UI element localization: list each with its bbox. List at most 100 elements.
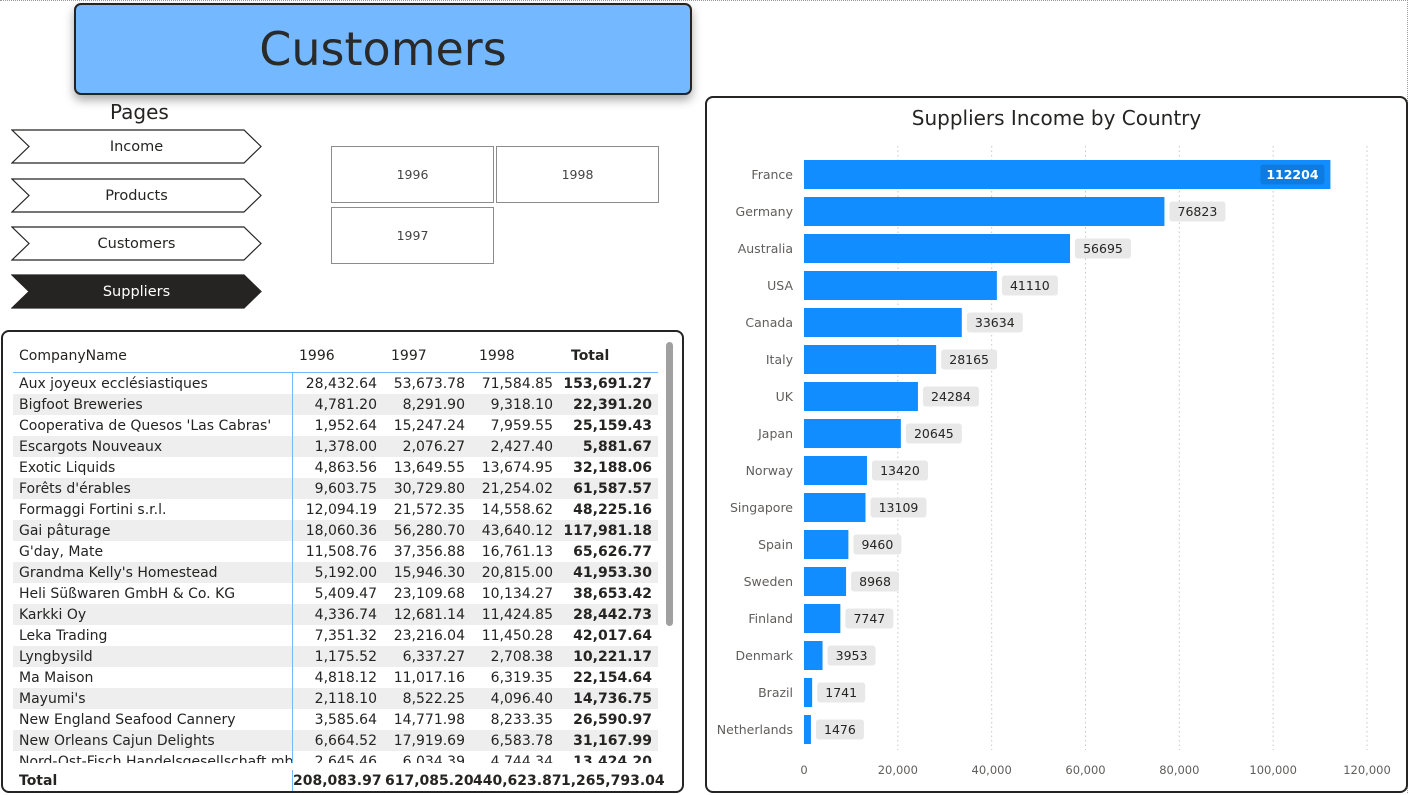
table-body: Aux joyeux ecclésiastiques 28,432.64 53,67… xyxy=(13,373,658,763)
cell-total: 10,221.17 xyxy=(573,648,652,665)
cell-1997: 21,572.35 xyxy=(393,501,465,518)
nav-button-label: Income xyxy=(109,138,164,155)
column-header-company[interactable]: CompanyName xyxy=(13,340,293,372)
bar[interactable] xyxy=(804,419,901,448)
y-category-label: Sweden xyxy=(744,574,793,589)
table-row[interactable]: Forêts d'érables 9,603.75 30,729.80 21,254.… xyxy=(13,478,658,499)
table-row[interactable]: New England Seafood Cannery 3,585.64 14,77… xyxy=(13,709,658,730)
year-label: 1997 xyxy=(396,228,429,243)
cell-1996: 5,192.00 xyxy=(314,564,377,581)
y-category-label: Finland xyxy=(748,611,793,626)
cell-1997: 6,034.39 xyxy=(402,753,465,764)
cell-1998: 16,761.13 xyxy=(481,543,553,560)
y-category-label: Singapore xyxy=(730,500,793,515)
bar[interactable] xyxy=(804,197,1165,226)
cell-1996: 4,818.12 xyxy=(314,669,377,686)
table-row[interactable]: Heli Süßwaren GmbH & Co. KG 5,409.47 23,10… xyxy=(13,583,658,604)
table-row[interactable]: Lyngbysild 1,175.52 6,337.27 2,708.38 10,221… xyxy=(13,646,658,667)
bar[interactable] xyxy=(804,345,937,374)
table-row[interactable]: Grandma Kelly's Homestead 5,192.00 15,946.… xyxy=(13,562,658,583)
column-header-1998[interactable]: 1998 xyxy=(473,348,561,364)
year-slicer-1997[interactable]: 1997 xyxy=(331,207,494,264)
column-header-1997[interactable]: 1997 xyxy=(385,348,473,364)
table-row[interactable]: Gai pâturage 18,060.36 56,280.70 43,640.12 1… xyxy=(13,520,658,541)
cell-company: New England Seafood Cannery xyxy=(13,709,293,730)
table-scrollbar[interactable] xyxy=(666,342,673,626)
cell-total: 32,188.06 xyxy=(573,459,652,476)
table-row[interactable]: New Orleans Cajun Delights 6,664.52 17,919… xyxy=(13,730,658,751)
cell-1998: 6,319.35 xyxy=(490,669,553,686)
x-tick-label: 20,000 xyxy=(878,763,918,777)
table-row[interactable]: Escargots Nouveaux 1,378.00 2,076.27 2,427.… xyxy=(13,436,658,457)
bar[interactable] xyxy=(804,567,847,596)
bar[interactable] xyxy=(804,234,1070,263)
bar[interactable] xyxy=(804,271,997,300)
bar[interactable] xyxy=(804,604,841,633)
table-row[interactable]: Ma Maison 4,818.12 11,017.16 6,319.35 22,154… xyxy=(13,667,658,688)
cell-company: G'day, Mate xyxy=(13,541,293,562)
table-row[interactable]: Mayumi's 2,118.10 8,522.25 4,096.40 14,736.7… xyxy=(13,688,658,709)
cell-total: 14,736.75 xyxy=(573,690,652,707)
cell-1998: 8,233.35 xyxy=(490,711,553,728)
table-row[interactable]: Nord-Ost-Fisch Handelsgesellschaft mbH 2,… xyxy=(13,751,658,763)
x-tick-label: 60,000 xyxy=(1065,763,1105,777)
table-row[interactable]: Leka Trading 7,351.32 23,216.04 11,450.28 42… xyxy=(13,625,658,646)
column-header-1996[interactable]: 1996 xyxy=(293,348,385,364)
bar[interactable] xyxy=(804,715,811,744)
cell-total: 41,953.30 xyxy=(573,564,652,581)
data-label: 3953 xyxy=(836,648,868,663)
table-row[interactable]: Karkki Oy 4,336.74 12,681.14 11,424.85 28,44… xyxy=(13,604,658,625)
bar[interactable] xyxy=(804,493,866,522)
bar[interactable] xyxy=(804,530,849,559)
x-tick-label: 100,000 xyxy=(1249,763,1297,777)
cell-1998: 4,096.40 xyxy=(490,690,553,707)
cell-company: Aux joyeux ecclésiastiques xyxy=(13,373,293,394)
cell-1996: 1,175.52 xyxy=(314,648,377,665)
cell-1997: 30,729.80 xyxy=(393,480,465,497)
cell-1997: 37,356.88 xyxy=(393,543,465,560)
table-row[interactable]: Exotic Liquids 4,863.56 13,649.55 13,674.95… xyxy=(13,457,658,478)
cell-1998: 11,424.85 xyxy=(481,606,553,623)
cell-1998: 7,959.55 xyxy=(490,417,553,434)
table-row[interactable]: Bigfoot Breweries 4,781.20 8,291.90 9,318.1… xyxy=(13,394,658,415)
nav-button-label: Products xyxy=(105,187,168,204)
bar[interactable] xyxy=(804,382,918,411)
bar[interactable] xyxy=(804,308,962,337)
table-row[interactable]: Formaggi Fortini s.r.l. 12,094.19 21,572.3… xyxy=(13,499,658,520)
bar[interactable] xyxy=(804,456,867,485)
year-label: 1998 xyxy=(561,167,594,182)
cell-company: Ma Maison xyxy=(13,667,293,688)
year-slicer-1998[interactable]: 1998 xyxy=(496,146,659,203)
table-row[interactable]: Aux joyeux ecclésiastiques 28,432.64 53,67… xyxy=(13,373,658,394)
cell-1998: 2,427.40 xyxy=(490,438,553,455)
nav-button-customers[interactable]: Customers xyxy=(11,226,262,261)
data-label: 13109 xyxy=(879,500,919,515)
nav-button-income[interactable]: Income xyxy=(11,129,262,164)
x-tick-label: 80,000 xyxy=(1159,763,1199,777)
nav-button-label: Suppliers xyxy=(102,283,171,300)
cell-total: 65,626.77 xyxy=(573,543,652,560)
column-header-total[interactable]: Total xyxy=(561,348,658,364)
y-category-label: Italy xyxy=(766,352,794,367)
data-label: 13420 xyxy=(880,463,920,478)
table-row[interactable]: G'day, Mate 11,508.76 37,356.88 16,761.13 65… xyxy=(13,541,658,562)
cell-total: 5,881.67 xyxy=(582,438,652,455)
cell-company: Cooperativa de Quesos 'Las Cabras' xyxy=(13,415,293,436)
cell-1996: 2,645.46 xyxy=(314,753,377,764)
bar[interactable] xyxy=(804,160,1331,189)
cell-1997: 15,247.24 xyxy=(393,417,465,434)
data-label: 7747 xyxy=(853,611,885,626)
bar[interactable] xyxy=(804,678,813,707)
cell-1998: 14,558.62 xyxy=(481,501,553,518)
data-label: 76823 xyxy=(1178,204,1218,219)
y-category-label: Japan xyxy=(757,426,793,441)
table-row[interactable]: Cooperativa de Quesos 'Las Cabras' 1,952.… xyxy=(13,415,658,436)
total-1997: 617,085.20 xyxy=(385,772,474,789)
year-slicer-1996[interactable]: 1996 xyxy=(331,146,494,203)
cell-1996: 4,781.20 xyxy=(314,396,377,413)
nav-button-suppliers[interactable]: Suppliers xyxy=(11,274,262,309)
bar[interactable] xyxy=(804,641,823,670)
cell-1996: 28,432.64 xyxy=(305,375,377,392)
nav-button-products[interactable]: Products xyxy=(11,178,262,213)
data-label: 20645 xyxy=(914,426,954,441)
